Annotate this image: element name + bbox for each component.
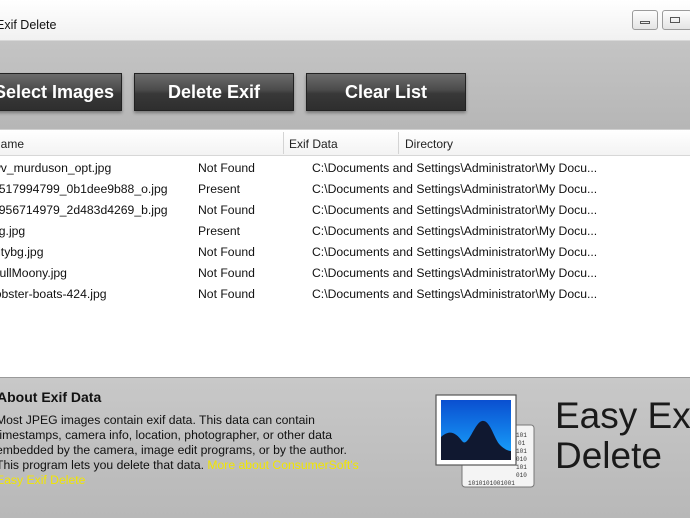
file-directory: C:\Documents and Settings\Administrator\… (312, 161, 598, 175)
column-header-name[interactable]: Name (0, 137, 24, 151)
table-row[interactable]: wv_murduson_opt.jpg Not Found C:\Documen… (0, 158, 690, 179)
table-row[interactable]: bg.jpg Present C:\Documents and Settings… (0, 221, 690, 242)
exif-status: Not Found (198, 266, 255, 280)
logo-binary: 01 (518, 440, 526, 447)
exif-status: Present (198, 182, 241, 196)
table-row[interactable]: 2517994799_0b1dee9b88_o.jpg Present C:\D… (0, 179, 690, 200)
file-name: citybg.jpg (0, 245, 44, 259)
column-divider[interactable] (398, 132, 399, 154)
file-name: wv_murduson_opt.jpg (0, 161, 112, 175)
exif-status: Not Found (198, 287, 255, 301)
delete-exif-button[interactable]: Delete Exif (134, 73, 294, 111)
window-title: Exif Delete (0, 18, 57, 32)
column-divider[interactable] (283, 132, 284, 154)
table-row[interactable]: lobster-boats-424.jpg Not Found C:\Docum… (0, 284, 690, 305)
file-name: FullMoony.jpg (0, 266, 67, 280)
clear-list-button[interactable]: Clear List (306, 73, 466, 111)
about-panel: About Exif Data Most JPEG images contain… (0, 377, 690, 518)
brand-line-2: Delete (555, 435, 662, 476)
file-directory: C:\Documents and Settings\Administrator\… (312, 182, 598, 196)
app-window: Exif Delete Select Images Delete Exif Cl… (0, 0, 690, 518)
table-row[interactable]: FullMoony.jpg Not Found C:\Documents and… (0, 263, 690, 284)
file-name: lobster-boats-424.jpg (0, 287, 107, 301)
minimize-icon (640, 21, 650, 24)
title-bar[interactable]: Exif Delete (0, 0, 690, 41)
maximize-icon (670, 17, 680, 23)
brand-line-1: Easy Exif (555, 395, 690, 436)
column-header-directory[interactable]: Directory (405, 137, 453, 151)
file-directory: C:\Documents and Settings\Administrator\… (312, 203, 598, 217)
toolbar: Select Images Delete Exif Clear List (0, 41, 690, 129)
about-title: About Exif Data (0, 389, 102, 405)
app-logo-icon: 101 01 101 010 101 010 1010101001001 (435, 394, 535, 488)
table-row[interactable]: 2956714979_2d483d4269_b.jpg Not Found C:… (0, 200, 690, 221)
exif-status: Not Found (198, 161, 255, 175)
logo-binary: 010 (516, 456, 527, 463)
minimize-button[interactable] (632, 10, 658, 30)
logo-binary: 101 (516, 432, 527, 439)
file-list[interactable]: Name Exif Data Directory wv_murduson_opt… (0, 129, 690, 377)
file-name: 2956714979_2d483d4269_b.jpg (0, 203, 168, 217)
select-images-button[interactable]: Select Images (0, 73, 122, 111)
file-name: 2517994799_0b1dee9b88_o.jpg (0, 182, 168, 196)
exif-status: Not Found (198, 203, 255, 217)
maximize-button[interactable] (662, 10, 690, 30)
logo-binary: 101 (516, 448, 527, 455)
file-directory: C:\Documents and Settings\Administrator\… (312, 287, 598, 301)
file-directory: C:\Documents and Settings\Administrator\… (312, 245, 598, 259)
exif-status: Not Found (198, 245, 255, 259)
file-directory: C:\Documents and Settings\Administrator\… (312, 224, 598, 238)
column-header-exif[interactable]: Exif Data (289, 137, 338, 151)
brand-wordmark: Easy Exif Delete (555, 396, 690, 476)
file-directory: C:\Documents and Settings\Administrator\… (312, 266, 598, 280)
file-name: bg.jpg (0, 224, 26, 238)
logo-binary: 101 (516, 464, 527, 471)
about-description: Most JPEG images contain exif data. This… (0, 413, 360, 488)
file-list-header: Name Exif Data Directory (0, 129, 690, 156)
table-row[interactable]: citybg.jpg Not Found C:\Documents and Se… (0, 242, 690, 263)
exif-status: Present (198, 224, 241, 238)
logo-binary: 010 (516, 472, 527, 479)
logo-binary: 1010101001001 (468, 480, 515, 487)
